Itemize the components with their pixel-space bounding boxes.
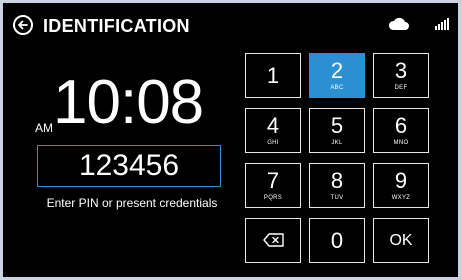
key-0[interactable]: 0 — [309, 218, 365, 263]
key-5[interactable]: 5 JKL — [309, 108, 365, 153]
key-number: 2 — [330, 58, 344, 83]
meridiem-label: AM — [35, 121, 53, 135]
page-title: IDENTIFICATION — [43, 16, 190, 36]
key-number: 7 — [266, 168, 280, 193]
key-letters: MNO — [393, 140, 409, 146]
key-letters: ABC — [330, 85, 344, 91]
clock-time: 10:08 — [53, 68, 204, 137]
key-9[interactable]: 9 WXYZ — [373, 163, 429, 208]
ok-button[interactable]: OK — [373, 218, 429, 263]
header-bar: IDENTIFICATION — [3, 3, 458, 47]
key-number: 6 — [394, 113, 408, 138]
identification-screen: IDENTIFICATION AM 10:08 123456 Enter PIN… — [3, 3, 458, 277]
key-number: 0 — [330, 228, 344, 253]
ok-label: OK — [389, 232, 413, 249]
key-letters: JKL — [331, 140, 343, 146]
key-3[interactable]: 3 DEF — [373, 53, 429, 98]
pin-value: 123456 — [78, 149, 180, 182]
key-number: 8 — [330, 168, 344, 193]
key-letters: TUV — [330, 195, 344, 201]
pin-input[interactable]: 123456 — [37, 145, 221, 187]
key-letters: DEF — [394, 85, 408, 91]
backspace-icon — [263, 233, 284, 247]
key-8[interactable]: 8 TUV — [309, 163, 365, 208]
key-1[interactable]: 1 — [245, 53, 301, 98]
key-number: 9 — [394, 168, 408, 193]
pin-prompt: Enter PIN or present credentials — [46, 196, 218, 210]
key-number: 1 — [266, 63, 280, 88]
key-number: 5 — [330, 113, 344, 138]
key-number: 4 — [266, 113, 280, 138]
signal-strength-icon — [435, 18, 449, 30]
key-letters: WXYZ — [391, 195, 411, 201]
key-2[interactable]: 2 ABC — [309, 53, 365, 98]
key-letters: GHI — [267, 140, 279, 146]
key-4[interactable]: 4 GHI — [245, 108, 301, 153]
key-number: 3 — [394, 58, 408, 83]
key-letters: PQRS — [263, 195, 283, 201]
key-6[interactable]: 6 MNO — [373, 108, 429, 153]
key-7[interactable]: 7 PQRS — [245, 163, 301, 208]
cloud-icon — [388, 17, 409, 30]
back-arrow-icon[interactable] — [13, 15, 33, 35]
backspace-key[interactable] — [245, 218, 301, 263]
